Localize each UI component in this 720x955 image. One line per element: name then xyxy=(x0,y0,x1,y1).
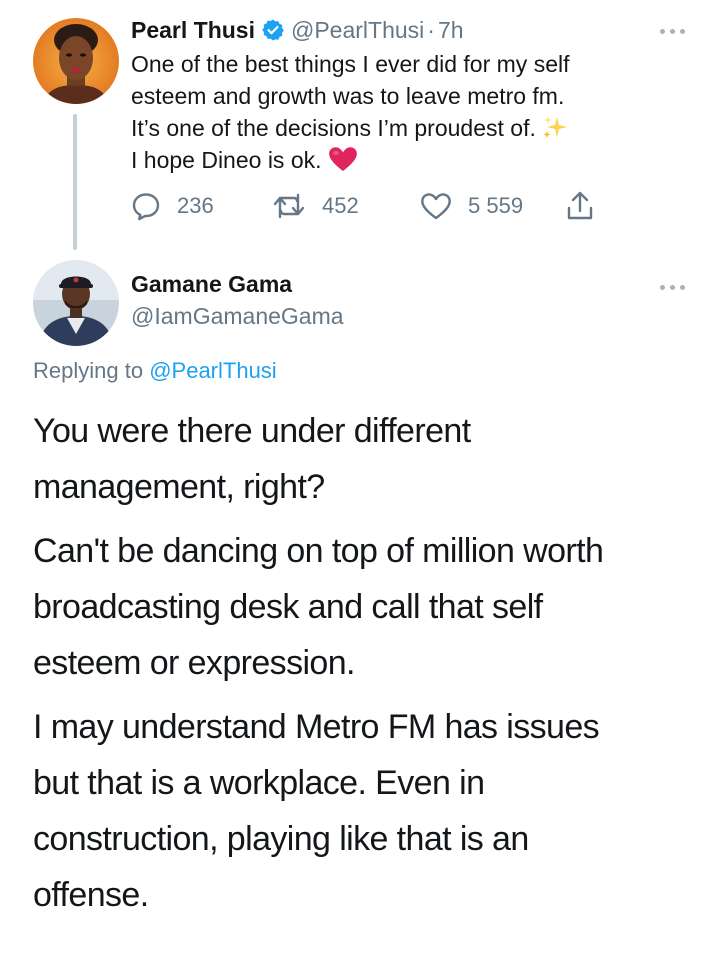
original-tweet[interactable]: Pearl Thusi @PearlThusi · 7h One of the … xyxy=(131,14,691,176)
more-options-icon[interactable] xyxy=(660,282,686,292)
replying-to-context: Replying to @PearlThusi xyxy=(33,358,277,384)
share-button[interactable] xyxy=(565,188,595,224)
like-count: 5 559 xyxy=(468,193,524,218)
reply-button[interactable]: 236 xyxy=(131,188,214,224)
tweet-text-line-with-emoji: I hope Dineo is ok. xyxy=(131,144,691,176)
more-options-icon[interactable] xyxy=(660,26,686,36)
red-heart-emoji xyxy=(328,145,358,172)
reply-paragraph: I may understand Metro FM has issues but… xyxy=(33,699,693,923)
tweet-text: One of the best things I ever did for my… xyxy=(131,48,691,176)
tweet-text-line: esteem and growth was to leave metro fm. xyxy=(131,83,565,109)
reply-text-line: management, right? xyxy=(33,468,325,506)
thread-connector-line xyxy=(73,114,77,250)
tweet-thread-page: Pearl Thusi @PearlThusi · 7h One of the … xyxy=(0,0,720,955)
author-name[interactable]: Pearl Thusi xyxy=(131,17,255,44)
retweet-button[interactable]: 452 xyxy=(272,188,359,224)
reply-author-name[interactable]: Gamane Gama xyxy=(131,271,292,298)
separator-dot: · xyxy=(427,16,435,43)
reply-author-handle[interactable]: @IamGamaneGama xyxy=(131,303,344,330)
reply-text-line: I may understand Metro FM has issues xyxy=(33,708,600,746)
like-icon xyxy=(421,193,451,220)
like-button[interactable]: 5 559 xyxy=(420,188,523,224)
tweet-header: Pearl Thusi @PearlThusi · 7h xyxy=(131,14,691,46)
replying-to-link[interactable]: @PearlThusi xyxy=(149,358,277,383)
tweet-text-line-with-emoji: It’s one of the decisions I’m proudest o… xyxy=(131,112,691,144)
reply-text-line: construction, playing like that is an xyxy=(33,820,529,858)
verified-badge-icon xyxy=(261,18,285,42)
share-icon xyxy=(567,191,593,220)
reply-count: 236 xyxy=(177,193,214,218)
replying-to-label: Replying to xyxy=(33,358,144,383)
reply-text-line: offense. xyxy=(33,876,149,914)
retweet-count: 452 xyxy=(322,193,359,218)
tweet-text-line: I hope Dineo is ok. xyxy=(131,147,322,173)
reply-paragraph: Can't be dancing on top of million worth… xyxy=(33,523,693,691)
retweet-icon xyxy=(273,193,305,219)
reply-text-line: Can't be dancing on top of million worth xyxy=(33,532,604,570)
reply-text-line: You were there under different xyxy=(33,412,471,450)
tweet-text-line: It’s one of the decisions I’m proudest o… xyxy=(131,115,536,141)
avatar-gamane-gama[interactable] xyxy=(33,260,119,346)
tweet-text-line: One of the best things I ever did for my… xyxy=(131,51,570,77)
author-handle[interactable]: @PearlThusi xyxy=(291,17,424,44)
reply-paragraph: You were there under different managemen… xyxy=(33,403,693,515)
reply-text-line: esteem or expression. xyxy=(33,644,355,682)
avatar-pearl-thusi[interactable] xyxy=(33,18,119,104)
sparkles-emoji xyxy=(542,114,568,140)
tweet-actions-bar: 236 452 5 559 xyxy=(131,188,631,224)
reply-icon xyxy=(132,193,160,221)
reply-text-line: but that is a workplace. Even in xyxy=(33,764,485,802)
reply-text-line: broadcasting desk and call that self xyxy=(33,588,543,626)
reply-tweet-text: You were there under different managemen… xyxy=(33,403,693,931)
tweet-time[interactable]: 7h xyxy=(438,17,464,44)
